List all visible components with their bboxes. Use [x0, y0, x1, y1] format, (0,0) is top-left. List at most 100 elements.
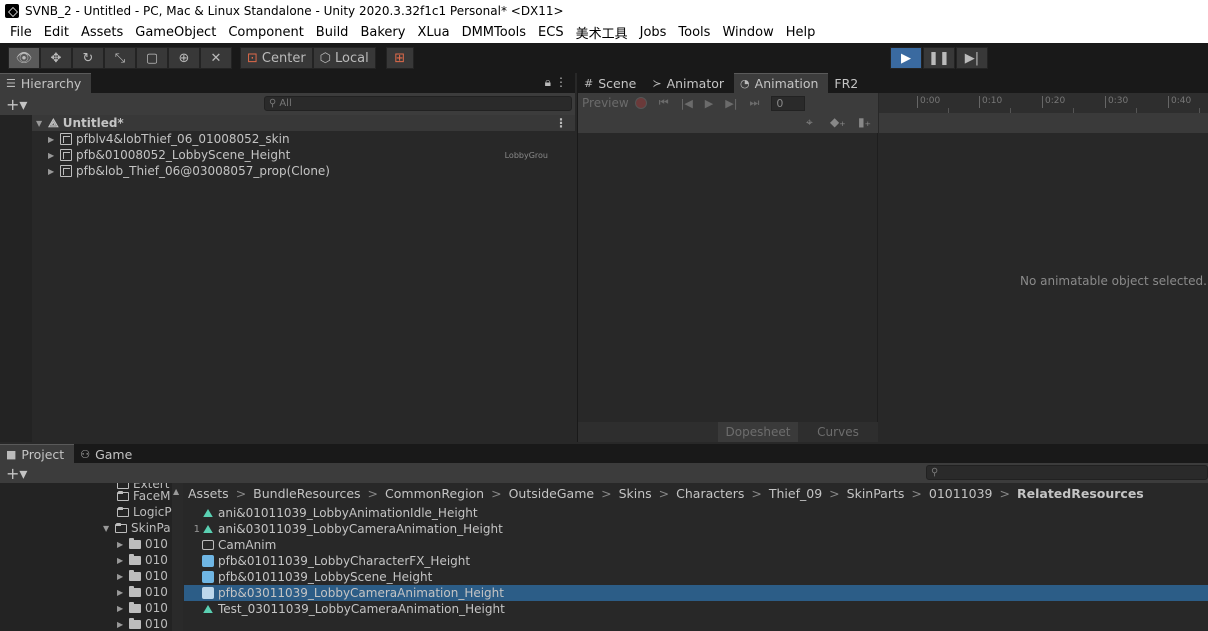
tree-folder[interactable]: ▶ 010: [117, 600, 168, 616]
move-tool-icon[interactable]: ✥: [40, 47, 72, 69]
grid-snap-icon[interactable]: ⊞: [385, 47, 414, 69]
scale-tool-icon[interactable]: ⤡: [104, 47, 136, 69]
asset-item[interactable]: ani&01011039_LobbyAnimationIdle_Height: [184, 505, 1208, 521]
menu-jobs[interactable]: Jobs: [634, 25, 673, 40]
expand-arrow-icon[interactable]: ▶: [48, 167, 60, 176]
expand-arrow-icon[interactable]: ▶: [117, 620, 129, 629]
breadcrumb-current[interactable]: RelatedResources: [1017, 486, 1144, 501]
scroll-up-icon[interactable]: ▲: [173, 487, 179, 496]
breadcrumb-item[interactable]: Skins: [619, 486, 652, 501]
view-tool-icon[interactable]: 👁: [8, 47, 40, 69]
tree-folder[interactable]: LogicP: [117, 504, 172, 520]
breadcrumb-item[interactable]: Assets: [188, 486, 229, 501]
timeline-ruler[interactable]: 0:00 0:10 0:20 0:30 0:40: [879, 93, 1208, 113]
menu-assets[interactable]: Assets: [75, 25, 129, 40]
scene-header[interactable]: ▼ ⟁ Untitled* ⋮: [32, 115, 575, 131]
expand-arrow-icon[interactable]: ▶: [117, 540, 129, 549]
menu-xlua[interactable]: XLua: [411, 25, 455, 40]
expand-arrow-icon[interactable]: ▶: [48, 135, 60, 144]
expand-arrow-icon[interactable]: ▶: [117, 572, 129, 581]
hierarchy-item[interactable]: ▶ pfb&lob_Thief_06@03008057_prop(Clone): [32, 163, 558, 179]
panel-menu-icon[interactable]: ⋮: [555, 75, 567, 89]
frame-input[interactable]: 0: [771, 95, 806, 111]
preview-button[interactable]: Preview: [582, 96, 629, 110]
add-event-icon[interactable]: ▮₊: [858, 115, 871, 129]
asset-item[interactable]: Test_03011039_LobbyCameraAnimation_Heigh…: [184, 601, 1208, 617]
hierarchy-item[interactable]: ▶ pfblv4&lobThief_06_01008052_skin: [32, 131, 558, 147]
transform-tool-icon[interactable]: ⊕: [168, 47, 200, 69]
breadcrumb-item[interactable]: 01011039: [929, 486, 993, 501]
menu-file[interactable]: File: [4, 25, 38, 40]
lock-icon[interactable]: 🔒︎: [545, 75, 551, 90]
filter-icon[interactable]: ⌖: [806, 115, 813, 130]
rect-tool-icon[interactable]: ▢: [136, 47, 168, 69]
expand-arrow-icon[interactable]: ▶: [117, 556, 129, 565]
add-keyframe-icon[interactable]: ◆₊: [830, 115, 846, 129]
record-icon[interactable]: [634, 97, 647, 109]
next-key-icon[interactable]: ▶|: [725, 97, 737, 110]
expand-arrow-icon[interactable]: ▼: [36, 119, 48, 128]
first-key-icon[interactable]: ⏮: [659, 96, 669, 110]
curves-tab[interactable]: Curves: [798, 422, 878, 442]
step-icon[interactable]: ▶|: [956, 47, 988, 69]
asset-item[interactable]: pfb&01011039_LobbyCharacterFX_Height: [184, 553, 1208, 569]
pivot-space-button[interactable]: ⬡ Local: [312, 47, 376, 69]
tree-folder[interactable]: ▶ 010: [117, 536, 168, 552]
menu-window[interactable]: Window: [716, 25, 779, 40]
breadcrumb-item[interactable]: Thief_09: [769, 486, 822, 501]
tree-folder[interactable]: ▶ 010: [117, 552, 168, 568]
tab-fr2[interactable]: FR2: [828, 73, 868, 93]
rotate-tool-icon[interactable]: ↻: [72, 47, 104, 69]
pivot-mode-button[interactable]: ⊡ Center: [240, 47, 313, 69]
asset-item[interactable]: CamAnim: [184, 537, 1208, 553]
tab-game[interactable]: ⚇ Game: [74, 444, 142, 464]
tab-project[interactable]: ■ Project: [0, 444, 75, 464]
asset-item[interactable]: 1 ani&03011039_LobbyCameraAnimation_Heig…: [184, 521, 1208, 537]
tree-folder[interactable]: ▶ 010: [117, 568, 168, 584]
scene-menu-icon[interactable]: ⋮: [555, 116, 567, 130]
custom-tool-icon[interactable]: ✕: [200, 47, 232, 69]
menu-help[interactable]: Help: [780, 25, 822, 40]
tree-folder[interactable]: ▶ 010: [117, 584, 168, 600]
add-plus-icon[interactable]: +▾: [6, 95, 32, 114]
menu-dmmtools[interactable]: DMMTools: [456, 25, 532, 40]
folder-tree-scrollbar[interactable]: ▲: [172, 483, 183, 631]
menu-bakery[interactable]: Bakery: [354, 25, 411, 40]
expand-arrow-icon[interactable]: ▼: [103, 524, 115, 533]
menu-ecs[interactable]: ECS: [532, 25, 570, 40]
last-key-icon[interactable]: ⏭: [749, 96, 759, 110]
animation-clip-icon: [203, 509, 213, 517]
expand-arrow-icon[interactable]: ▶: [117, 588, 129, 597]
tree-folder[interactable]: ▶ 010: [117, 616, 168, 631]
breadcrumb-item[interactable]: BundleResources: [253, 486, 360, 501]
menu-tools[interactable]: Tools: [672, 25, 716, 40]
menu-gameobject[interactable]: GameObject: [129, 25, 222, 40]
play-anim-icon[interactable]: ▶: [705, 97, 713, 110]
dopesheet-tab[interactable]: Dopesheet: [718, 422, 798, 442]
hierarchy-item[interactable]: ▶ pfb&01008052_LobbyScene_Height LobbyGr…: [32, 147, 558, 163]
hierarchy-search-input[interactable]: ⚲ All: [264, 96, 572, 111]
prev-key-icon[interactable]: |◀: [681, 97, 693, 110]
tab-hierarchy[interactable]: ☰ Hierarchy: [0, 73, 92, 93]
tree-folder[interactable]: FaceM: [117, 488, 171, 504]
tree-folder[interactable]: ▼ SkinPa: [103, 520, 171, 536]
tab-animation[interactable]: ◔ Animation: [734, 73, 829, 93]
breadcrumb-item[interactable]: SkinParts: [847, 486, 905, 501]
menu-art-tools[interactable]: 美术工具: [570, 23, 634, 42]
breadcrumb-item[interactable]: OutsideGame: [509, 486, 595, 501]
tab-scene[interactable]: # Scene: [578, 73, 646, 93]
tab-animator[interactable]: ≻ Animator: [646, 73, 734, 93]
menu-build[interactable]: Build: [310, 25, 355, 40]
create-plus-icon[interactable]: +▾: [6, 464, 32, 483]
menu-edit[interactable]: Edit: [38, 25, 75, 40]
expand-arrow-icon[interactable]: ▶: [48, 151, 60, 160]
pause-icon[interactable]: ❚❚: [923, 47, 955, 69]
asset-item[interactable]: pfb&01011039_LobbyScene_Height: [184, 569, 1208, 585]
menu-component[interactable]: Component: [222, 25, 309, 40]
asset-item-selected[interactable]: pfb&03011039_LobbyCameraAnimation_Height: [184, 585, 1208, 601]
project-search-input[interactable]: ⚲: [926, 465, 1208, 480]
breadcrumb-item[interactable]: Characters: [676, 486, 744, 501]
breadcrumb-item[interactable]: CommonRegion: [385, 486, 484, 501]
play-icon[interactable]: ▶: [890, 47, 922, 69]
expand-arrow-icon[interactable]: ▶: [117, 604, 129, 613]
